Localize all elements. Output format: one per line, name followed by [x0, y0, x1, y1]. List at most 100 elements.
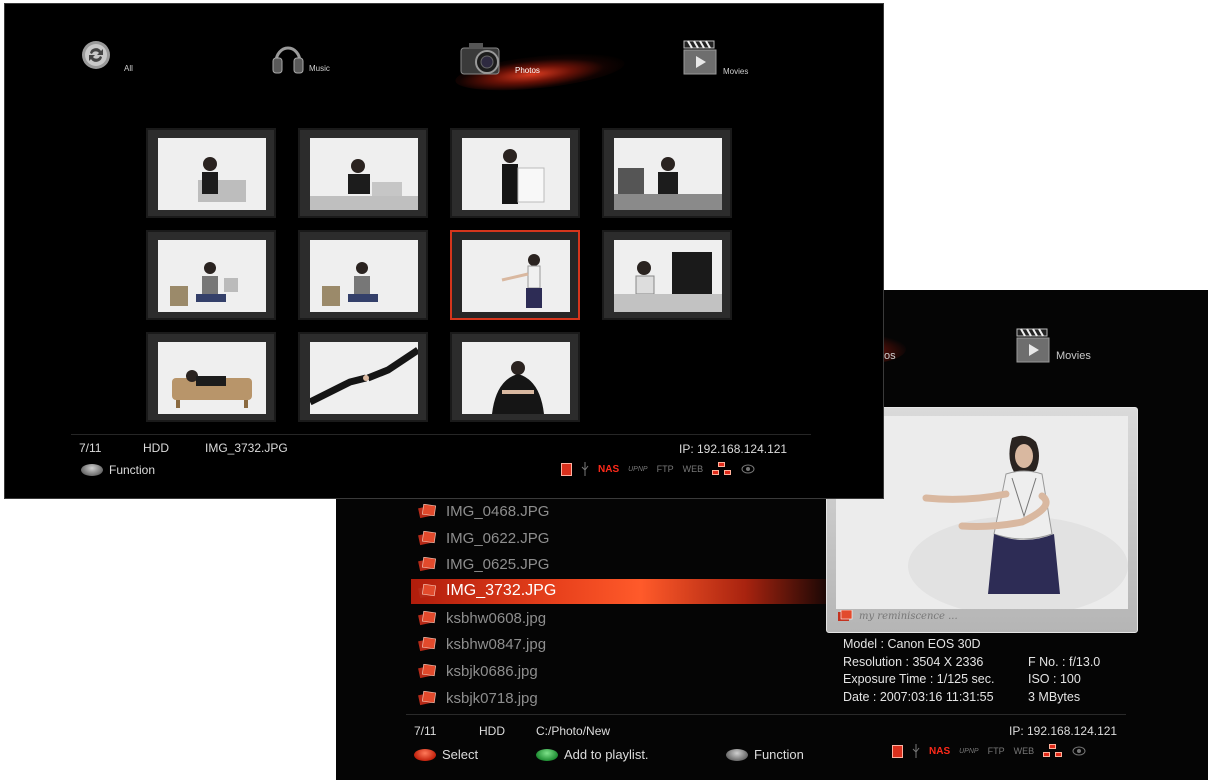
wifi-icon: [1072, 746, 1086, 756]
photo-file-icon: [418, 663, 437, 679]
photo-file-icon: [418, 503, 437, 519]
photo-thumbnail[interactable]: [602, 230, 732, 320]
add-to-playlist-hint[interactable]: Add to playlist.: [536, 747, 649, 762]
file-name: ksbhw0608.jpg: [446, 609, 547, 627]
function-hint-label: Function: [754, 747, 804, 762]
file-list-item[interactable]: ksbhw0608.jpg: [411, 605, 831, 632]
red-key-icon: [414, 748, 436, 761]
photo-thumbnail[interactable]: [146, 230, 276, 320]
photo-thumbnail[interactable]: [450, 230, 580, 320]
thumbnail-image: [310, 342, 418, 414]
file-list-item[interactable]: IMG_0622.JPG: [411, 525, 831, 552]
file-name: IMG_3732.JPG: [446, 582, 557, 600]
camera-icon: [460, 43, 500, 75]
category-label: Photos: [515, 66, 540, 75]
nas-icon: NAS: [598, 463, 620, 475]
photo-thumbnail[interactable]: [298, 128, 428, 218]
select-hint[interactable]: Select: [414, 747, 478, 762]
network-icon: [712, 462, 732, 476]
file-list-item[interactable]: IMG_3732.JPG: [411, 578, 831, 605]
category-photos[interactable]: Photos: [459, 40, 540, 90]
photo-thumbnail[interactable]: [450, 332, 580, 422]
ftp-icon: FTP: [656, 464, 674, 474]
upnp-icon: UPNP: [959, 747, 979, 755]
nas-icon: NAS: [929, 745, 951, 757]
filename-label: IMG_3732.JPG: [205, 441, 288, 455]
photo-thumbnail[interactable]: [450, 128, 580, 218]
status-icons: NAS UPNP FTP WEB: [561, 462, 755, 476]
meta-model: Model : Canon EOS 30D: [843, 637, 981, 651]
file-list-item[interactable]: ksbhw0847.jpg: [411, 631, 831, 658]
file-list-item[interactable]: IMG_0468.JPG: [411, 498, 831, 525]
photo-file-icon: [418, 557, 437, 572]
caption-text: my reminiscence ...: [859, 610, 958, 622]
file-name: ksbjk0686.jpg: [446, 662, 538, 680]
meta-fno: F No. : f/13.0: [1028, 654, 1101, 669]
file-name: IMG_0622.JPG: [446, 529, 550, 547]
thumbnail-image: [462, 138, 570, 210]
sdcard-icon: [892, 744, 903, 758]
category-label: Music: [309, 64, 330, 73]
select-hint-label: Select: [442, 747, 479, 762]
photo-thumbnail[interactable]: [146, 128, 276, 218]
file-name: IMG_0468.JPG: [446, 502, 550, 520]
meta-iso: ISO : 100: [1028, 672, 1081, 686]
category-music[interactable]: Music: [271, 40, 330, 90]
file-list: IMG_0468.JPG IMG_0622.JPG IMG_0625.JPG IMG_…: [411, 498, 831, 712]
ftp-icon: FTP: [987, 746, 1005, 756]
category-movies[interactable]: Movies: [1016, 328, 1091, 369]
sdcard-icon: [561, 462, 572, 476]
clapper-icon: [1016, 328, 1050, 363]
file-name: IMG_0625.JPG: [446, 556, 550, 574]
meta-size: 3 MBytes: [1028, 689, 1081, 704]
meta-exposure: Exposure Time : 1/125 sec.: [843, 672, 995, 686]
photo-file-icon: [418, 610, 437, 626]
playlist-hint-label: Add to playlist.: [564, 747, 649, 762]
ip-address: IP: 192.168.124.121: [1009, 724, 1118, 738]
thumbnail-image: [614, 240, 722, 312]
thumbnail-image: [462, 342, 570, 414]
function-hint-label: Function: [109, 463, 156, 477]
path-label: C:/Photo/New: [536, 724, 611, 738]
function-hint[interactable]: Function: [81, 463, 155, 477]
category-label: All: [124, 64, 133, 73]
file-name: ksbjk0718.jpg: [446, 689, 538, 707]
function-hint[interactable]: Function: [726, 747, 804, 762]
wifi-icon: [741, 464, 755, 474]
category-all[interactable]: All: [81, 40, 133, 90]
refresh-icon: [82, 41, 110, 69]
photo-thumbnail[interactable]: [146, 332, 276, 422]
category-label: Movies: [723, 67, 749, 76]
photo-stack-icon: [838, 610, 853, 621]
photo-thumbnail[interactable]: [298, 332, 428, 422]
photo-metadata: Model : Canon EOS 30D Resolution : 3504 …: [843, 636, 1100, 706]
file-list-item[interactable]: IMG_0625.JPG: [411, 551, 831, 578]
network-icon: [1043, 744, 1063, 758]
file-list-item[interactable]: ksbjk0718.jpg: [411, 685, 831, 712]
grey-key-icon: [726, 748, 748, 761]
usb-icon: [581, 462, 589, 476]
thumbnail-image: [158, 138, 266, 210]
photos-category-label-partial[interactable]: os: [884, 350, 896, 362]
thumbnail-image: [462, 240, 570, 312]
divider: [71, 434, 811, 435]
photo-thumbnail[interactable]: [298, 230, 428, 320]
thumbnail-image: [310, 240, 418, 312]
category-movies[interactable]: Movies: [683, 40, 748, 90]
thumbnail-image: [310, 138, 418, 210]
web-icon: WEB: [1013, 746, 1035, 756]
source-label: HDD: [143, 441, 169, 455]
photo-grid-screen: All Music Photos Movies 7/11 HDD IMG_373…: [4, 3, 884, 499]
photo-thumbnail[interactable]: [602, 128, 732, 218]
category-label: Movies: [1056, 350, 1091, 362]
meta-resolution: Resolution : 3504 X 2336: [843, 654, 984, 669]
position-indicator: 7/11: [79, 441, 102, 455]
file-list-item[interactable]: ksbjk0686.jpg: [411, 658, 831, 685]
clapper-icon: [683, 40, 717, 75]
photo-file-icon: [418, 583, 437, 599]
web-icon: WEB: [682, 464, 704, 474]
position-indicator: 7/11: [414, 724, 437, 738]
status-bar: 7/11 HDD IMG_3732.JPG IP: 192.168.124.12…: [5, 434, 883, 498]
photo-file-icon: [418, 637, 437, 652]
status-bar: 7/11 HDD C:/Photo/New IP: 192.168.124.12…: [336, 714, 1208, 780]
